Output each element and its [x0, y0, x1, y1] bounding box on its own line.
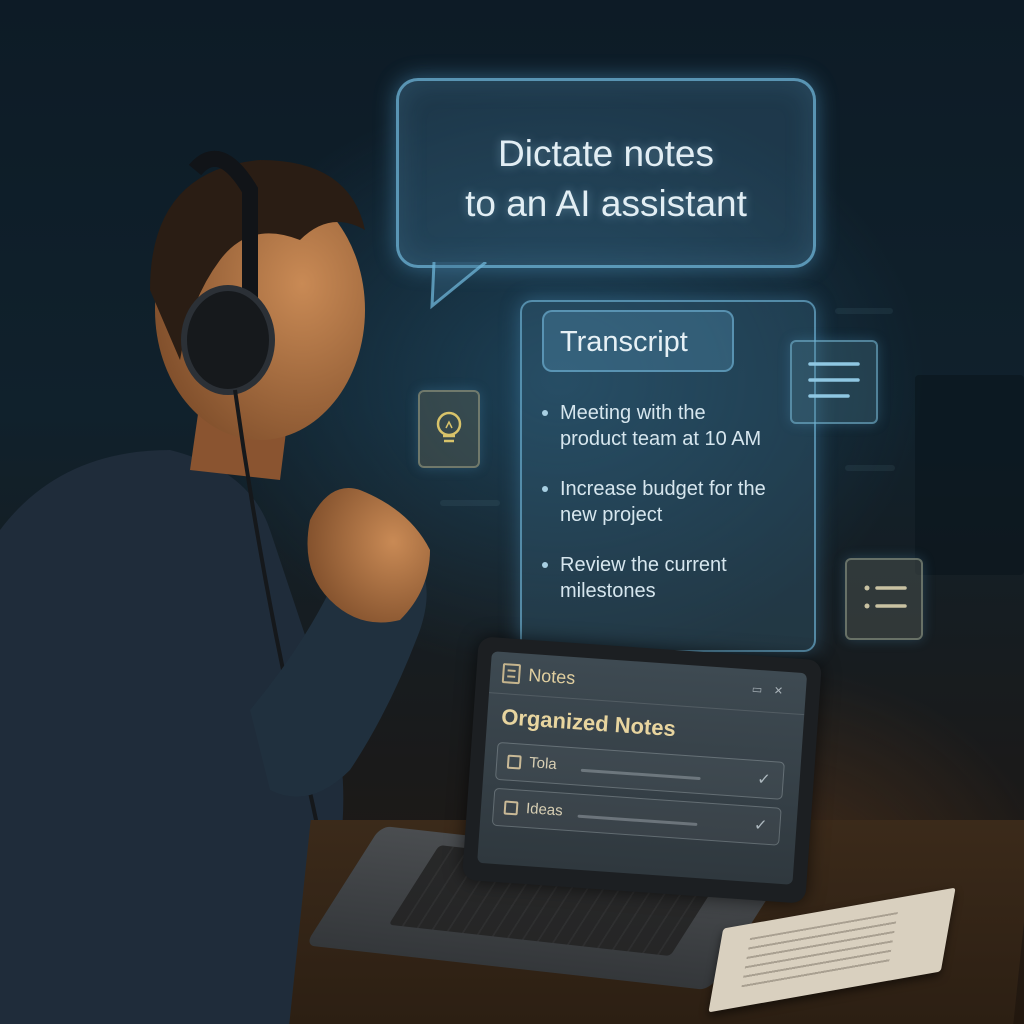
note-row-label: Ideas — [525, 800, 564, 820]
transcript-item-line: Meeting with the — [560, 402, 706, 424]
notes-icon — [501, 663, 522, 685]
transcript-item-line: new project — [560, 504, 663, 526]
lightbulb-icon — [436, 411, 462, 443]
note-icon — [503, 800, 519, 816]
speech-bubble: Dictate notes to an AI assistant — [396, 78, 816, 268]
transcript-item: Meeting with the product team at 10 AM — [542, 400, 812, 452]
laptop-screen: Notes ▭ ✕ Organized Notes Tola ✓ Ideas ✓ — [477, 651, 808, 885]
transcript-item: Increase budget for the new project — [542, 476, 812, 528]
transcript-item-line: product team at 10 AM — [560, 428, 762, 450]
background-panel — [915, 375, 1024, 575]
transcript-item: Review the current milestones — [542, 552, 812, 604]
menu-lines-icon — [808, 362, 860, 398]
note-row-line — [580, 768, 701, 781]
transcript-title: Transcript — [560, 326, 688, 358]
speech-bubble-text: Dictate notes to an AI assistant — [399, 129, 813, 229]
speech-bubble-line: Dictate notes — [498, 133, 714, 174]
transcript-item-line: Review the current — [560, 554, 727, 576]
check-icon[interactable]: ✓ — [757, 769, 772, 789]
transcript-item-line: milestones — [560, 580, 656, 602]
transcript-panel: Transcript Meeting with the product team… — [520, 300, 816, 652]
menu-card[interactable] — [790, 340, 878, 424]
check-icon[interactable]: ✓ — [753, 815, 768, 835]
note-row-label: Tola — [528, 754, 558, 774]
speech-bubble-line: to an AI assistant — [465, 183, 747, 224]
page-title: Organized Notes — [500, 704, 677, 742]
checklist-card[interactable] — [845, 558, 923, 640]
transcript-list: Meeting with the product team at 10 AM I… — [542, 400, 812, 628]
transcript-header: Transcript — [542, 310, 734, 372]
lightbulb-card[interactable] — [418, 390, 480, 468]
note-row-line — [577, 814, 698, 826]
bullet-icon — [542, 410, 548, 416]
close-icon[interactable]: ✕ — [773, 684, 786, 698]
bullet-icon — [542, 562, 548, 568]
folder-icon — [506, 754, 522, 770]
app-title: Notes — [527, 664, 576, 689]
speech-bubble-tail — [430, 262, 487, 310]
background-panel — [835, 308, 893, 314]
minimize-icon[interactable]: ▭ — [751, 682, 765, 696]
bullet-icon — [542, 486, 548, 492]
laptop: Notes ▭ ✕ Organized Notes Tola ✓ Ideas ✓ — [461, 636, 823, 904]
checklist-icon — [864, 585, 907, 609]
transcript-item-line: Increase budget for the — [560, 478, 766, 500]
background-panel — [845, 465, 895, 471]
